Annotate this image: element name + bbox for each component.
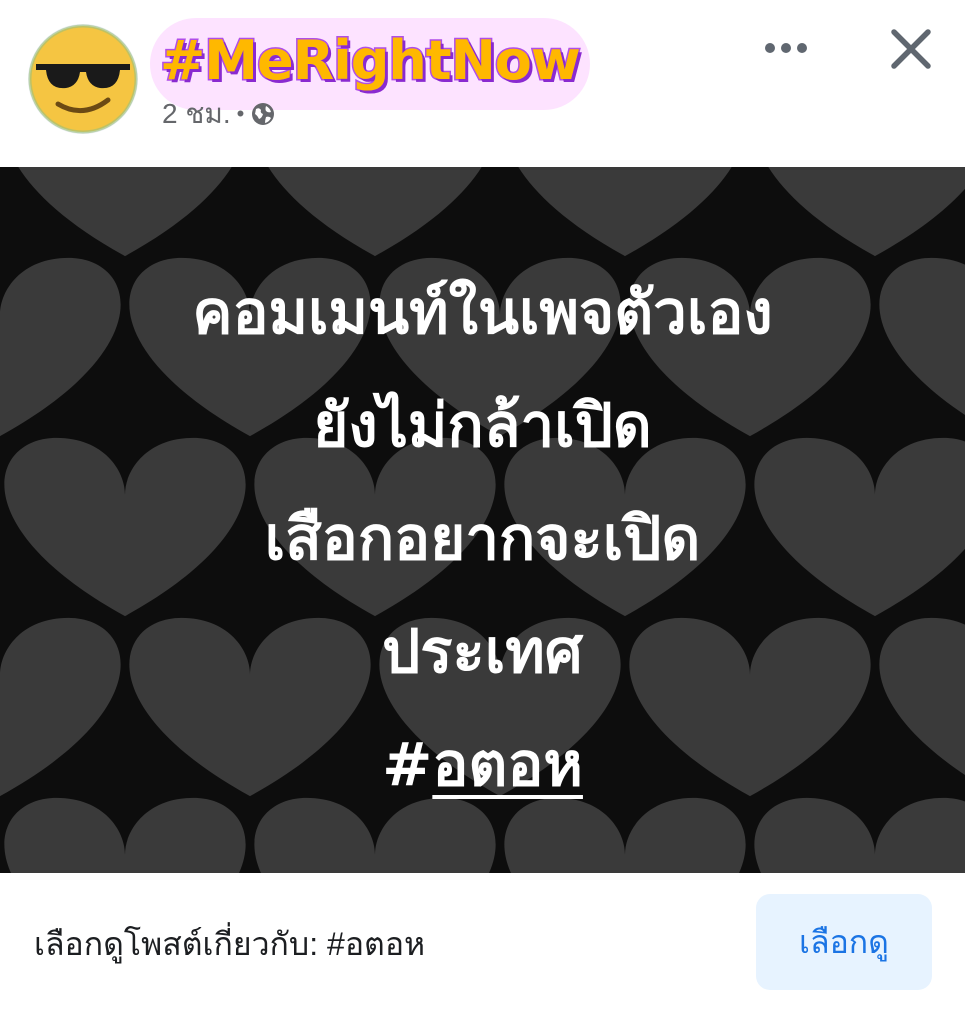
select-view-button[interactable]: เลือกดู bbox=[756, 894, 932, 990]
avatar[interactable] bbox=[28, 24, 138, 134]
hashtag-prefix: # bbox=[382, 730, 433, 800]
close-icon bbox=[891, 29, 931, 69]
post-meta: 2 ชม. • bbox=[162, 98, 276, 130]
post-text-line: ประเทศ bbox=[382, 617, 583, 687]
heart-shape bbox=[768, 167, 965, 257]
sunglasses-emoji-icon bbox=[28, 24, 138, 134]
post-footer: เลือกดูโพสต์เกี่ยวกับ: #อตอห เลือกดู bbox=[0, 873, 965, 1024]
hashtag-link[interactable]: อตอห bbox=[432, 730, 583, 800]
post-time[interactable]: 2 ชม. bbox=[162, 92, 231, 136]
globe-icon[interactable] bbox=[250, 101, 276, 127]
post-text-line: คอมเมนท์ในเพจตัวเอง bbox=[192, 278, 773, 348]
see-posts-about-text: เลือกดูโพสต์เกี่ยวกับ: #อตอห bbox=[34, 926, 426, 962]
heart-shape bbox=[18, 167, 232, 257]
heart-shape bbox=[518, 167, 732, 257]
more-dots-icon bbox=[765, 43, 807, 53]
post-hashtag-line: #อตอห bbox=[0, 709, 965, 822]
post-text: คอมเมนท์ในเพจตัวเอง ยังไม่กล้าเปิด เสือก… bbox=[0, 257, 965, 822]
post-header: #MeRightNow 2 ชม. • bbox=[0, 0, 965, 167]
meta-separator: • bbox=[236, 101, 245, 126]
close-button[interactable] bbox=[880, 18, 942, 80]
heart-shape bbox=[268, 167, 482, 257]
more-options-button[interactable] bbox=[756, 20, 816, 76]
post-image[interactable]: คอมเมนท์ในเพจตัวเอง ยังไม่กล้าเปิด เสือก… bbox=[0, 167, 965, 873]
post-text-line: เสือกอยากจะเปิด bbox=[264, 504, 701, 574]
post-text-line: ยังไม่กล้าเปิด bbox=[313, 391, 652, 461]
